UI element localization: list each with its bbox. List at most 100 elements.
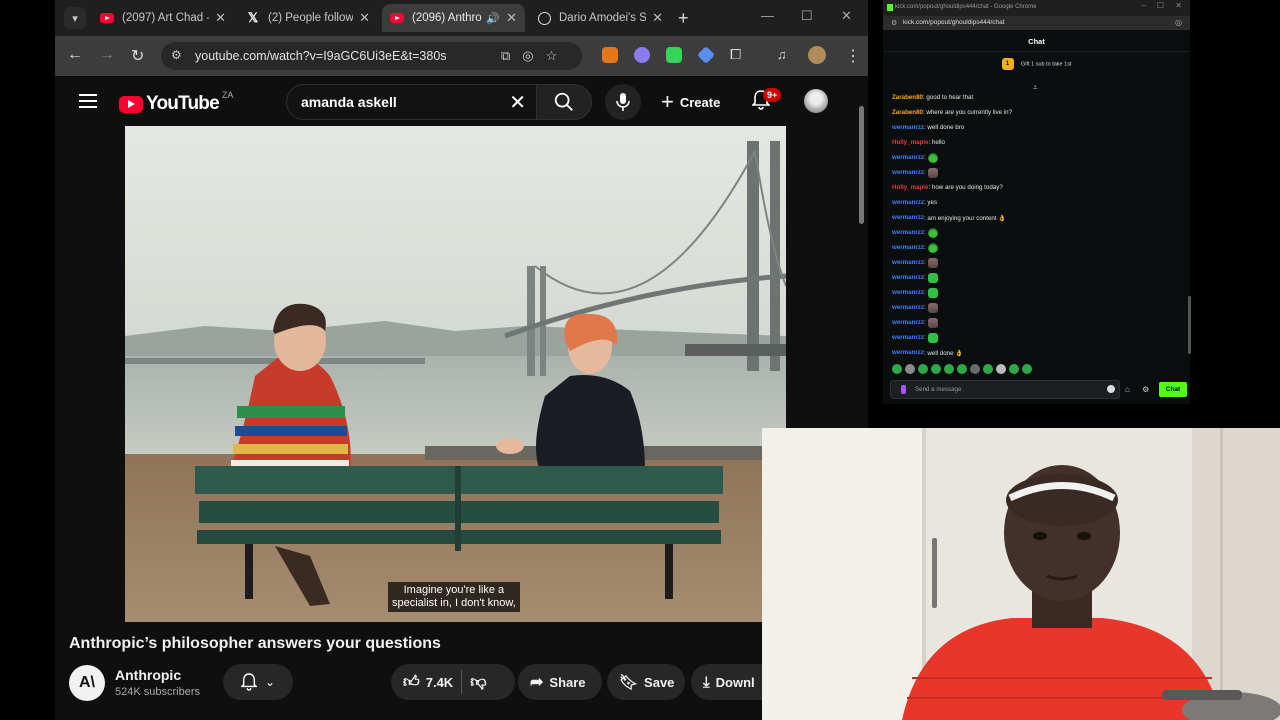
page-scrollbar[interactable] bbox=[859, 106, 864, 224]
chat-username[interactable]: wermanrzz bbox=[892, 334, 924, 341]
kick-logo-icon bbox=[887, 4, 893, 11]
tab-dario[interactable]: Dario Amodei's S ✕ bbox=[529, 4, 671, 32]
chrome-window: ▾ (2097) Art Chad - ✕ 𝕏 (2) People follo… bbox=[55, 0, 868, 720]
subscription-bell-button[interactable]: ⌄ bbox=[223, 664, 293, 700]
phantom-extension-icon[interactable] bbox=[634, 47, 650, 63]
save-button[interactable]: 🔖︎ Save bbox=[607, 664, 685, 700]
mic-icon[interactable] bbox=[901, 385, 906, 394]
speaker-icon[interactable]: 🔊 bbox=[486, 12, 500, 25]
chat-username[interactable]: wermanrzz bbox=[892, 319, 924, 326]
send-chat-button[interactable]: Chat bbox=[1159, 382, 1187, 397]
chat-tools: ⌂ ⚙ bbox=[1125, 385, 1149, 394]
emote-icon[interactable] bbox=[996, 364, 1006, 374]
chat-username[interactable]: wermanrzz bbox=[892, 289, 924, 296]
video-player[interactable]: Imagine you're like a specialist in, I d… bbox=[125, 126, 786, 622]
chat-username[interactable]: wermanrzz bbox=[892, 229, 924, 236]
minimize-button[interactable]: – bbox=[1142, 1, 1146, 10]
emote-icon[interactable] bbox=[1009, 364, 1019, 374]
chat-message: wermanrzz: bbox=[892, 255, 1182, 270]
tab-anthropic[interactable]: (2096) Anthro 🔊 ✕ bbox=[382, 4, 525, 32]
maximize-button[interactable]: ☐ bbox=[1157, 1, 1164, 10]
like-button[interactable]: 👍︎ 7.4K bbox=[403, 673, 453, 692]
chrome-menu-icon[interactable]: ⋮ bbox=[845, 46, 861, 66]
chat-scrollbar[interactable] bbox=[1188, 296, 1191, 354]
eye-off-icon[interactable]: ◎ bbox=[1175, 18, 1182, 27]
kick-chat-window: kick.com/popout/ghouldips444/chat - Goog… bbox=[883, 0, 1190, 404]
create-button[interactable]: + Create bbox=[659, 84, 729, 120]
emote-icon[interactable] bbox=[970, 364, 980, 374]
media-control-icon[interactable]: ♫ bbox=[777, 47, 787, 62]
emote-icon[interactable] bbox=[905, 364, 915, 374]
chat-username[interactable]: wermanrzz bbox=[892, 154, 924, 161]
share-button[interactable]: ➦ Share bbox=[518, 664, 602, 700]
close-icon[interactable]: ✕ bbox=[359, 10, 370, 26]
chat-username[interactable]: wermanrzz bbox=[892, 199, 924, 206]
search-input[interactable]: amanda askell ✕ bbox=[286, 84, 536, 120]
chat-username[interactable]: wermanrzz bbox=[892, 349, 924, 356]
emote-icon[interactable] bbox=[892, 364, 902, 374]
chat-message: wermanrzz: bbox=[892, 300, 1182, 315]
dislike-button[interactable]: 👎︎ bbox=[470, 673, 486, 692]
gift-sub-banner[interactable]: 1 Gift 1 sub to take 1st bbox=[883, 58, 1190, 70]
chat-username[interactable]: Holly_maple bbox=[892, 184, 928, 191]
tab-people-follow[interactable]: 𝕏 (2) People follow ✕ bbox=[238, 4, 378, 32]
emote-icon[interactable] bbox=[918, 364, 928, 374]
new-tab-button[interactable]: + bbox=[678, 8, 689, 29]
install-icon[interactable]: ⧉ bbox=[501, 48, 510, 64]
chat-username[interactable]: wermanrzz bbox=[892, 274, 924, 281]
emoji-icon[interactable] bbox=[1107, 385, 1115, 393]
chat-username[interactable]: Zaraben80 bbox=[892, 109, 923, 116]
chat-message: wermanrzz: bbox=[892, 165, 1182, 180]
emote-icon[interactable] bbox=[931, 364, 941, 374]
voice-search-button[interactable] bbox=[605, 84, 641, 120]
back-button[interactable]: ← bbox=[67, 46, 83, 64]
tab-search-button[interactable]: ▾ bbox=[64, 7, 86, 29]
minimize-button[interactable]: — bbox=[761, 8, 774, 23]
store-icon[interactable]: ⌂ bbox=[1125, 385, 1130, 394]
desktop: ▾ (2097) Art Chad - ✕ 𝕏 (2) People follo… bbox=[0, 0, 1280, 720]
hamburger-menu-icon[interactable] bbox=[79, 94, 97, 112]
chat-username[interactable]: wermanrzz bbox=[892, 244, 924, 251]
clear-search-icon[interactable]: ✕ bbox=[509, 90, 526, 115]
settings-icon[interactable]: ⚙ bbox=[1142, 385, 1149, 394]
extensions-icon[interactable]: ⧠ bbox=[730, 46, 741, 63]
search-button[interactable] bbox=[536, 84, 592, 120]
emote-icon[interactable] bbox=[983, 364, 993, 374]
chat-username[interactable]: wermanrzz bbox=[892, 124, 924, 131]
chat-username[interactable]: Holly_maple bbox=[892, 139, 928, 146]
close-window-button[interactable]: ✕ bbox=[841, 8, 852, 24]
eye-off-icon[interactable]: ◎ bbox=[522, 48, 533, 64]
account-avatar[interactable] bbox=[804, 89, 828, 113]
close-window-button[interactable]: ✕ bbox=[1175, 1, 1182, 10]
reload-button[interactable]: ↻ bbox=[131, 46, 144, 66]
chat-username[interactable]: wermanrzz bbox=[892, 169, 924, 176]
close-icon[interactable]: ✕ bbox=[215, 10, 226, 26]
chat-username[interactable]: wermanrzz bbox=[892, 214, 924, 221]
metamask-extension-icon[interactable] bbox=[602, 47, 618, 63]
bin-emote-icon bbox=[927, 332, 938, 343]
tab-art-chad[interactable]: (2097) Art Chad - ✕ bbox=[92, 4, 234, 32]
kick-address-bar[interactable]: ⚙ kick.com/popout/ghouldips444/chat ◎ bbox=[883, 16, 1190, 30]
forward-button[interactable]: → bbox=[99, 46, 115, 64]
emote-quick-bar bbox=[892, 364, 1032, 374]
chat-username[interactable]: Zaraben80 bbox=[892, 94, 923, 101]
site-info-icon[interactable]: ⚙ bbox=[171, 48, 187, 64]
maximize-button[interactable]: ☐ bbox=[801, 8, 813, 24]
chat-username[interactable]: wermanrzz bbox=[892, 304, 924, 311]
youtube-logo[interactable]: YouTube ZA bbox=[119, 90, 233, 115]
channel-name[interactable]: Anthropic bbox=[115, 667, 181, 683]
emote-icon[interactable] bbox=[957, 364, 967, 374]
emote-icon[interactable] bbox=[944, 364, 954, 374]
chat-username[interactable]: wermanrzz bbox=[892, 259, 924, 266]
profile-avatar[interactable] bbox=[808, 46, 826, 64]
chat-message-input[interactable]: Send a message bbox=[890, 380, 1120, 399]
chat-text: : bbox=[923, 244, 926, 251]
channel-avatar[interactable]: A\ bbox=[69, 665, 105, 701]
game-extension-icon[interactable] bbox=[666, 47, 682, 63]
close-icon[interactable]: ✕ bbox=[652, 10, 663, 26]
close-icon[interactable]: ✕ bbox=[506, 10, 517, 26]
site-info-icon[interactable]: ⚙ bbox=[891, 19, 897, 27]
star-icon[interactable]: ☆ bbox=[546, 48, 558, 64]
emote-icon[interactable] bbox=[1022, 364, 1032, 374]
wallet-extension-icon[interactable] bbox=[696, 45, 716, 65]
